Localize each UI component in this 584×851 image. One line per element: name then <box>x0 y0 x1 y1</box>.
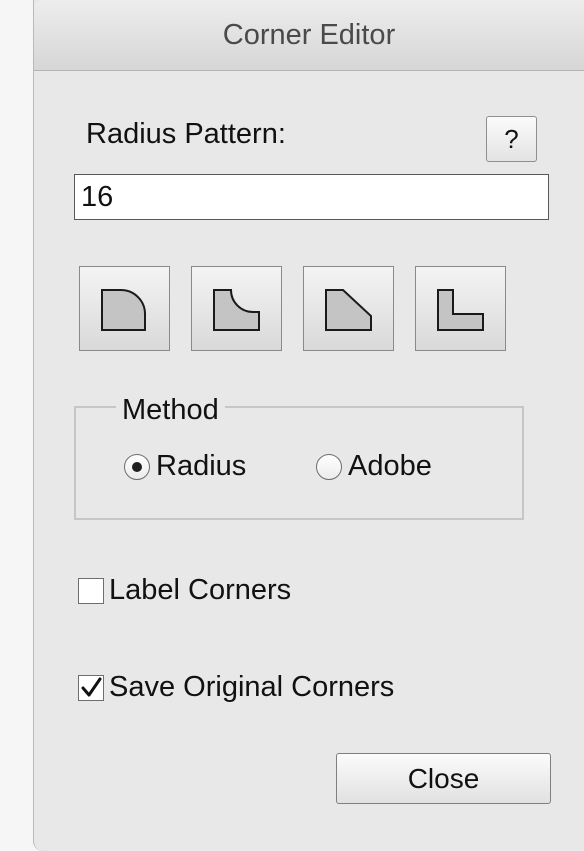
help-button[interactable]: ? <box>486 116 537 162</box>
window-title: Corner Editor <box>222 18 396 51</box>
method-radius-label: Radius <box>156 450 247 482</box>
notch-corner-button[interactable] <box>415 266 506 351</box>
checkmark-icon <box>81 677 102 696</box>
corner-editor-window: Corner Editor Radius Pattern: ? Method R… <box>33 0 584 851</box>
chamfer-corner-button[interactable] <box>303 266 394 351</box>
save-original-corners-checkbox[interactable]: Save Original Corners <box>78 671 394 704</box>
save-original-corners-label: Save Original Corners <box>109 671 395 703</box>
title-bar[interactable]: Corner Editor <box>34 0 584 71</box>
method-adobe-label: Adobe <box>348 450 432 482</box>
radius-pattern-input[interactable] <box>74 174 549 220</box>
inverted-round-corner-icon <box>212 288 260 331</box>
checkbox-checked-box <box>78 674 104 701</box>
radio-selected-indicator <box>124 453 150 480</box>
close-button[interactable]: Close <box>336 753 551 804</box>
method-legend: Method <box>116 394 225 427</box>
notch-corner-icon <box>436 288 484 331</box>
chamfer-corner-icon <box>324 288 372 331</box>
inverted-round-corner-button[interactable] <box>191 266 282 351</box>
label-corners-label: Label Corners <box>109 574 292 606</box>
method-radius-radio[interactable]: Radius <box>124 450 246 483</box>
label-corners-checkbox[interactable]: Label Corners <box>78 574 291 607</box>
radio-unselected-indicator <box>316 453 342 480</box>
checkbox-unchecked-box <box>78 577 104 604</box>
radius-pattern-label: Radius Pattern: <box>86 118 286 150</box>
method-adobe-radio[interactable]: Adobe <box>316 450 432 483</box>
rounded-corner-icon <box>100 288 146 331</box>
rounded-corner-button[interactable] <box>79 266 170 351</box>
